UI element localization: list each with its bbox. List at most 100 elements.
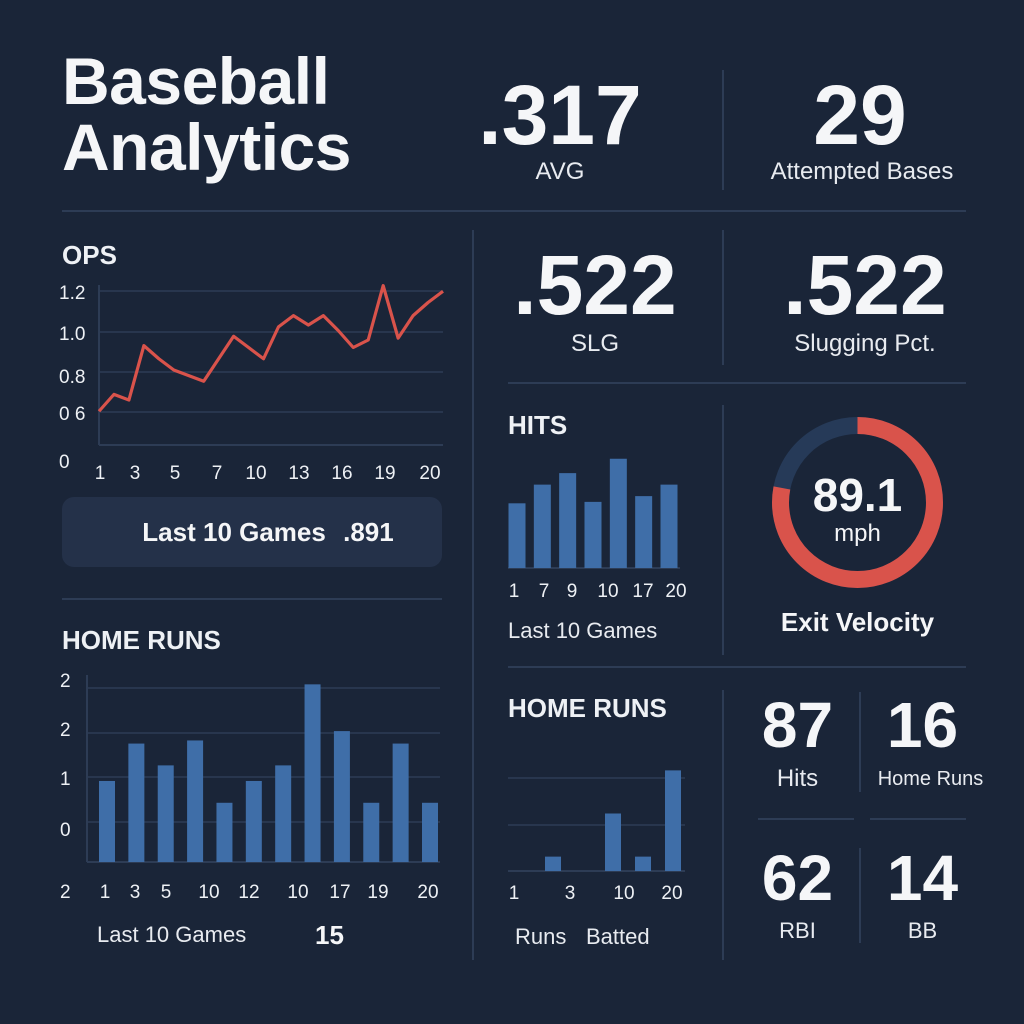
x-tick-label: 1 — [100, 882, 111, 903]
avg-label: AVG — [535, 158, 585, 185]
home-runs-left-footer-label: Last 10 Games — [97, 922, 247, 947]
home-runs-bar — [392, 743, 409, 862]
x-tick-label: 5 — [161, 882, 172, 903]
hits-stat-value: 87 — [761, 689, 834, 761]
home-runs-bar — [333, 731, 350, 862]
last-10-games-ops: Last 10 Games .891 — [62, 497, 474, 567]
page-title-line2: Analytics — [62, 110, 351, 184]
hits-bar — [660, 484, 678, 568]
x-tick-label: 10 — [597, 581, 618, 602]
x-tick-label: 1 — [509, 581, 520, 602]
avg-value: .317 — [478, 68, 642, 162]
hits-bar — [635, 496, 653, 568]
x-tick-label: 3 — [130, 882, 141, 903]
home-runs-bar — [128, 743, 145, 862]
ops-chart: 1.21.00.80 601 3 5 7 10 13 16 19 20 — [59, 283, 444, 484]
ops-series-line — [97, 284, 444, 413]
home-runs-bar — [216, 802, 233, 862]
x-tick-label: 7 — [539, 581, 550, 602]
x-tick-label: 1 — [95, 463, 106, 484]
home-runs-left-title: HOME RUNS — [62, 625, 221, 655]
y-tick-label: 2 — [60, 720, 71, 741]
home-runs-bar — [363, 802, 380, 862]
y-tick-label: 2 — [60, 671, 71, 692]
x-tick-label: 9 — [567, 581, 578, 602]
x-tick-label: 10 — [287, 882, 308, 903]
home-runs-stat-value: 16 — [886, 689, 959, 761]
hits-title: HITS — [508, 410, 568, 440]
home-runs-right-footer-label-1: Runs — [515, 924, 567, 949]
x-tick-label: 20 — [665, 581, 686, 602]
x-tick-label: 10 — [613, 883, 634, 904]
x-tick-label: 20 — [419, 463, 440, 484]
x-tick-label: 1 — [509, 883, 520, 904]
x-tick-label: 20 — [661, 883, 682, 904]
home-runs-right-chart: 1 3 10 20 — [508, 770, 685, 904]
y-tick-label: 2 — [60, 882, 71, 903]
y-tick-label: 1 — [60, 769, 71, 790]
bb-stat-label: BB — [907, 918, 938, 943]
y-tick-label: 0.8 — [59, 367, 85, 388]
hits-chart: 1 7 9 10 17 20 — [508, 458, 687, 602]
divider — [722, 690, 724, 960]
hits-bar — [508, 503, 526, 568]
divider — [62, 598, 442, 600]
pill-label: Last 10 Games — [142, 517, 326, 547]
x-tick-label: 5 — [170, 463, 181, 484]
x-tick-label: 16 — [331, 463, 352, 484]
hits-stat-label: Hits — [776, 765, 819, 792]
x-tick-label: 17 — [632, 581, 653, 602]
divider — [62, 210, 966, 212]
home-runs-bar — [545, 856, 561, 871]
home-runs-right-title: HOME RUNS — [508, 693, 667, 723]
divider — [722, 230, 724, 365]
exit-velocity-unit: mph — [834, 520, 881, 547]
home-runs-bar — [665, 770, 681, 871]
divider — [870, 818, 966, 820]
home-runs-bar — [187, 740, 204, 862]
y-tick-label: 1.2 — [59, 283, 85, 304]
hits-bar — [559, 473, 577, 568]
exit-velocity-label: Exit Velocity — [780, 607, 935, 637]
x-tick-label: 20 — [417, 882, 438, 903]
bb-stat-value: 14 — [886, 842, 959, 914]
x-tick-label: 19 — [367, 882, 388, 903]
exit-velocity-value: 89.1 — [812, 469, 903, 521]
hits-bar — [584, 501, 602, 568]
divider — [508, 382, 966, 384]
home-runs-bar — [304, 684, 321, 862]
x-tick-label: 3 — [565, 883, 576, 904]
home-runs-bar — [422, 802, 438, 862]
home-runs-bar — [275, 765, 292, 862]
hits-footer-label: Last 10 Games — [508, 618, 658, 643]
home-runs-right-footer-label-2: Batted — [586, 924, 650, 949]
divider — [758, 818, 854, 820]
x-tick-label: 19 — [374, 463, 395, 484]
home-runs-stat-label: Home Runs — [877, 768, 984, 790]
x-tick-label: 13 — [288, 463, 309, 484]
rbi-stat-label: RBI — [779, 918, 816, 943]
divider — [472, 230, 474, 960]
x-tick-label: 12 — [238, 882, 259, 903]
y-tick-label: 0 — [60, 820, 71, 841]
home-runs-bar — [99, 780, 115, 862]
divider — [859, 692, 861, 792]
home-runs-bar — [157, 765, 174, 862]
divider — [722, 405, 724, 655]
x-tick-label: 17 — [329, 882, 350, 903]
divider — [859, 848, 861, 943]
divider — [508, 666, 966, 668]
page-title-line1: Baseball — [62, 44, 330, 118]
y-tick-label: 0 — [59, 452, 70, 473]
x-tick-label: 10 — [245, 463, 266, 484]
y-tick-label: 0 6 — [59, 404, 85, 425]
divider — [722, 70, 724, 190]
slugging-pct-label: Slugging Pct. — [794, 330, 936, 357]
attempted-bases-value: 29 — [813, 68, 907, 162]
slugging-pct-value: .522 — [783, 238, 947, 332]
home-runs-left-chart: 22102 1 3 5 10 12 10 17 19 20 — [60, 671, 440, 903]
rbi-stat-value: 62 — [761, 842, 834, 914]
slg-value: .522 — [513, 238, 677, 332]
x-tick-label: 3 — [130, 463, 141, 484]
ops-title: OPS — [62, 240, 117, 270]
